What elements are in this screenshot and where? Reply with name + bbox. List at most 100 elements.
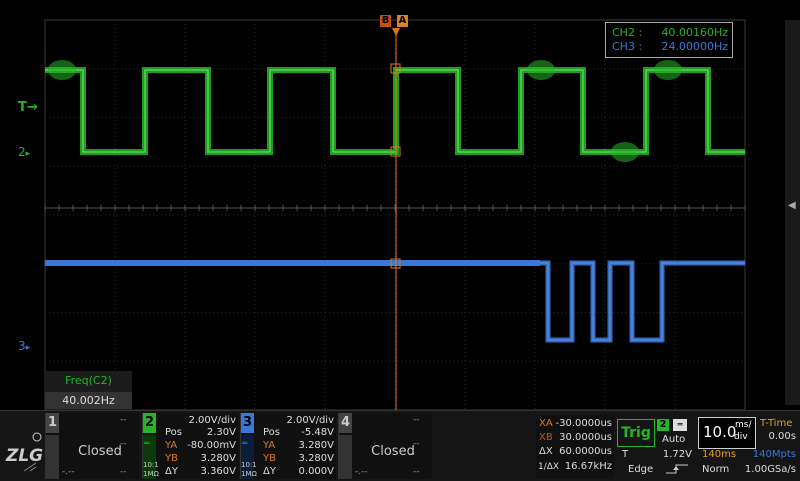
ch3-yb-label: YB [263,453,276,464]
cursor-xa-value: -30.0000us [555,418,612,429]
trigger-level-label: T [622,449,629,460]
ch2-bar: ═ 10:1 1MΩ [143,435,159,479]
cursor-inv-label: 1/ΔX [538,462,560,472]
ch1-dash-1: -- [120,415,127,425]
trigger-mode[interactable]: Auto [662,434,685,446]
ch3-impedance: 1MΩ [241,470,257,478]
cursor-dx-value: 60.0000us [559,446,612,457]
timebase-mode[interactable]: T-Time [760,418,792,430]
ch2-pos-label: Pos [165,427,183,438]
timebase-window: 140ms [702,449,737,460]
measurement-value: 40.002Hz [45,392,132,409]
ch3-pos-value: -5.48V [301,427,334,438]
ch2-number: 2 [143,413,156,433]
ch2-impedance: 1MΩ [143,470,159,478]
ch4-bar [339,435,352,479]
arrow-right-icon: ▸ [25,343,31,353]
trigger-level-marker[interactable]: T→ [18,100,38,115]
cursor-xb-label: XB [539,432,553,443]
cursor-xb-value: 30.0000us [559,432,612,443]
chevron-left-icon: ◀ [788,200,796,211]
ch2-panel[interactable]: 2 ═ 10:1 1MΩ 2.00V/div Pos 2.30V YA -80.… [142,413,238,479]
freq-ch3-label: CH3 : [612,40,643,53]
status-bar: ZLG 1 -- -- Closed -.-- -- 2 ═ 10:1 1MΩ … [0,410,800,481]
ch3-number: 3 [241,413,254,433]
trigger-source[interactable]: 2 ═ [657,419,695,432]
cursor-b-marker[interactable]: B [380,15,391,27]
freq-ch3-value: 24.00000Hz [661,40,728,53]
freq-ch2-label: CH2 : [612,26,643,39]
zlg-logo-icon: ZLG [5,432,43,472]
ch2-marker-label: 2 [18,145,26,159]
ch1-number: 1 [46,413,59,433]
svg-text:ZLG: ZLG [5,446,43,466]
ch3-ya-label: YA [263,440,276,451]
timebase-offset: 0.00s [768,431,796,442]
trigger-level-label: T [18,100,27,115]
ch2-offset-marker[interactable]: 2▸ [18,145,30,159]
cursor-xa-label: XA [539,418,553,429]
trigger-source-number: 2 [657,419,669,431]
waveform-display[interactable]: B A T→ 2▸ 3▸ CH2 : 40.00160Hz CH3 : 24.0… [0,0,800,410]
ch1-bar [46,435,59,479]
trigger-button[interactable]: Trig [617,419,655,447]
ch4-status: Closed [371,444,415,459]
ch3-dy-label: ΔY [263,466,276,477]
ch2-pos-value: 2.30V [206,427,236,438]
acquire-mode: Norm [702,464,730,475]
ch3-ya-value: 3.280V [298,440,334,451]
rising-edge-icon [666,464,688,474]
ch3-panel[interactable]: 3 ═ 10:1 1MΩ 2.00V/div Pos -5.48V YA 3.2… [240,413,336,479]
freq-row-ch3: CH3 : 24.00000Hz [612,40,728,54]
ch4-dash-3: -.-- [355,467,368,477]
ch3-scale: 2.00V/div [286,415,334,426]
ch2-yb-label: YB [165,453,178,464]
timebase-unit-bottom: div [734,432,748,442]
timebase-box[interactable]: 10.0 ms/ div [698,417,756,449]
ch4-dash-4: -- [413,467,420,477]
freq-row-ch2: CH2 : 40.00160Hz [612,26,728,40]
coupling-dc-icon: ═ [242,439,248,449]
cursor-a-marker[interactable]: A [397,15,408,27]
ch2-probe: 10:1 [143,461,159,469]
measurement-label: Freq(C2) [65,374,112,387]
ch2-ya-value: -80.00mV [187,440,236,451]
ch4-panel[interactable]: 4 -- -- Closed -.-- -- [338,413,432,479]
ch2-dy-value: 3.360V [200,466,236,477]
arrow-right-icon: → [26,100,38,115]
sample-rate: 1.00GSa/s [744,464,796,475]
ch3-pos-label: Pos [263,427,281,438]
waveform-grid [44,19,746,410]
coupling-dc-icon: ═ [144,439,150,449]
ch2-dy-label: ΔY [165,466,178,477]
ch3-offset-marker[interactable]: 3▸ [18,339,30,353]
cursor-inv-value: 16.67kHz [564,461,612,472]
ch1-status: Closed [78,444,122,459]
timebase-unit-top: ms/ [735,420,752,430]
cursor-readout-panel[interactable]: XA -30.0000us XB 30.0000us ΔX 60.0000us … [536,415,614,479]
timebase-depth: 140Mpts [752,449,796,460]
arrow-right-icon: ▸ [25,149,31,159]
trigger-level-value: 1.72V [662,449,692,460]
ch3-bar: ═ 10:1 1MΩ [241,435,257,479]
ch3-dy-value: 0.000V [298,466,334,477]
ch2-ya-label: YA [165,440,178,451]
side-menu-tab[interactable]: ◀ [785,20,800,405]
cursor-dx-label: ΔX [539,446,553,457]
ch3-yb-value: 3.280V [298,453,334,464]
ch4-dash-1: -- [413,415,420,425]
coupling-dc-icon: ═ [673,419,687,431]
ch3-probe: 10:1 [241,461,257,469]
ch2-scale: 2.00V/div [188,415,236,426]
timebase-value: 10.0 [703,423,737,441]
ch1-dash-4: -- [120,467,127,477]
ch4-number: 4 [339,413,352,433]
measurement-panel[interactable]: Freq(C2) 40.002Hz [45,371,132,409]
ch3-marker-label: 3 [18,339,26,353]
trigger-type: Edge [628,464,654,475]
frequency-counter-box: CH2 : 40.00160Hz CH3 : 24.00000Hz [605,22,733,58]
ch1-dash-3: -.-- [62,467,75,477]
ch1-panel[interactable]: 1 -- -- Closed -.-- -- [45,413,139,479]
ch2-yb-value: 3.280V [200,453,236,464]
freq-ch2-value: 40.00160Hz [661,26,728,39]
